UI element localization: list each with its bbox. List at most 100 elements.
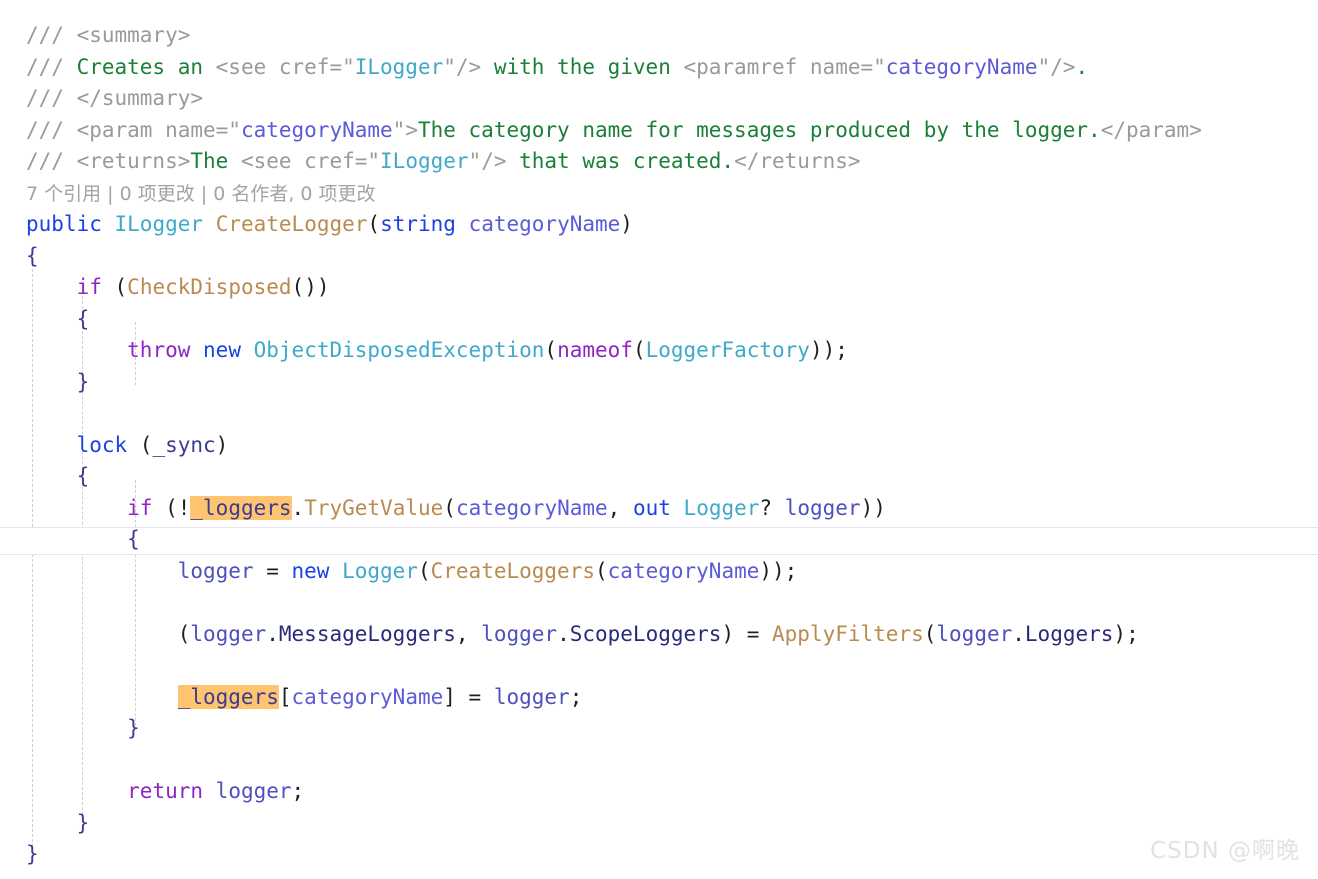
token: "/> bbox=[1037, 54, 1076, 79]
code-line-if-close-brace[interactable]: } bbox=[0, 367, 1318, 399]
code-line-method-open-brace[interactable]: { bbox=[0, 241, 1318, 273]
token: ScopeLoggers bbox=[569, 621, 722, 646]
token: categoryName bbox=[885, 54, 1038, 79]
token: logger bbox=[481, 621, 558, 646]
token: ( bbox=[632, 338, 646, 362]
code-line-if-checkdisposed[interactable]: if (CheckDisposed()) bbox=[0, 272, 1318, 304]
token: } bbox=[76, 810, 90, 835]
token: ? bbox=[759, 495, 785, 520]
token: ILogger bbox=[114, 212, 204, 236]
token: return bbox=[127, 779, 204, 803]
code-line-blank-4[interactable] bbox=[0, 745, 1318, 777]
token: } bbox=[26, 842, 39, 866]
token: /// bbox=[26, 23, 77, 47]
code-line-logger-assign-new[interactable]: logger = new Logger(CreateLoggers(catego… bbox=[0, 556, 1318, 588]
code-line-lock-sync[interactable]: lock (_sync) bbox=[0, 430, 1318, 462]
token: _sync bbox=[152, 432, 216, 457]
token[interactable]: _loggers bbox=[177, 684, 279, 709]
token: logger bbox=[784, 495, 861, 520]
token[interactable]: _loggers bbox=[190, 495, 292, 520]
token: if bbox=[127, 495, 153, 520]
token: ObjectDisposedException bbox=[253, 338, 545, 362]
token: ( bbox=[544, 338, 558, 362]
token: . bbox=[266, 621, 279, 646]
token: categoryName bbox=[455, 495, 608, 520]
token: = bbox=[253, 558, 292, 583]
token: CheckDisposed bbox=[127, 275, 292, 299]
token: Loggers bbox=[1024, 621, 1114, 646]
code-line-inner-if-open-brace[interactable]: { bbox=[0, 524, 1318, 556]
code-line-return-logger[interactable]: return logger; bbox=[0, 776, 1318, 808]
token: ) bbox=[215, 432, 229, 457]
code-line-method-close-brace[interactable]: } bbox=[0, 839, 1318, 871]
token: Logger bbox=[683, 495, 760, 520]
token: , bbox=[607, 495, 633, 520]
token: logger bbox=[177, 558, 254, 583]
token: ] = bbox=[443, 684, 494, 709]
csdn-watermark: CSDN @啊晚 bbox=[1150, 838, 1300, 864]
code-line-loggers-index-assign[interactable]: _loggers[categoryName] = logger; bbox=[0, 682, 1318, 714]
code-line-blank-1[interactable] bbox=[0, 398, 1318, 430]
token: ()) bbox=[291, 275, 330, 299]
token: logger bbox=[493, 684, 570, 709]
code-line-apply-filters[interactable]: (logger.MessageLoggers, logger.ScopeLogg… bbox=[0, 619, 1318, 651]
token: ( bbox=[595, 558, 608, 583]
code-line-method-signature[interactable]: public ILogger CreateLogger(string categ… bbox=[0, 209, 1318, 241]
token: { bbox=[127, 527, 140, 551]
token: ( bbox=[177, 621, 191, 646]
token: ApplyFilters bbox=[772, 621, 924, 646]
token: ILogger bbox=[354, 54, 444, 79]
code-line-blank-3[interactable] bbox=[0, 650, 1318, 682]
token: )); bbox=[759, 558, 798, 583]
token: TryGetValue bbox=[304, 495, 444, 520]
token: , bbox=[455, 621, 482, 646]
token: CreateLoggers bbox=[430, 558, 595, 583]
token: categoryName bbox=[240, 117, 393, 142]
token: </summary> bbox=[76, 86, 204, 110]
code-line-lock-open-brace[interactable]: { bbox=[0, 461, 1318, 493]
code-line-doc-summary-body[interactable]: /// Creates an <see cref="ILogger"/> wit… bbox=[0, 52, 1318, 84]
token: ) bbox=[620, 212, 633, 236]
code-line-doc-summary-close[interactable]: /// </summary> bbox=[0, 83, 1318, 115]
codelens-codelens[interactable]: 7 个引用 | 0 项更改 | 0 名作者, 0 项更改 bbox=[0, 178, 1318, 210]
code-line-blank-2[interactable] bbox=[0, 587, 1318, 619]
token: ( bbox=[367, 212, 381, 236]
token: . bbox=[1012, 621, 1025, 646]
token: <returns> bbox=[76, 149, 191, 173]
token: ); bbox=[1113, 621, 1139, 646]
code-line-throw-objectdisposed[interactable]: throw new ObjectDisposedException(nameof… bbox=[0, 335, 1318, 367]
token: ILogger bbox=[380, 149, 469, 173]
token: "/> bbox=[468, 149, 507, 173]
code-content[interactable]: /// <summary>/// Creates an <see cref="I… bbox=[0, 20, 1318, 871]
token: /// bbox=[26, 54, 77, 79]
code-line-doc-param[interactable]: /// <param name="categoryName">The categ… bbox=[0, 115, 1318, 147]
code-line-inner-if-close-brace[interactable]: } bbox=[0, 713, 1318, 745]
token: <see cref=" bbox=[240, 149, 381, 173]
code-line-if-trygetvalue[interactable]: if (!_loggers.TryGetValue(categoryName, … bbox=[0, 493, 1318, 525]
code-line-doc-returns[interactable]: /// <returns>The <see cref="ILogger"/> t… bbox=[0, 146, 1318, 178]
code-line-if-open-brace[interactable]: { bbox=[0, 304, 1318, 336]
token: )); bbox=[809, 338, 848, 362]
code-editor[interactable]: /// <summary>/// Creates an <see cref="I… bbox=[0, 0, 1318, 879]
token: ( bbox=[443, 495, 456, 520]
token: 7 个引用 | 0 项更改 | 0 名作者, 0 项更改 bbox=[26, 182, 376, 205]
code-line-lock-close-brace[interactable]: } bbox=[0, 808, 1318, 840]
token: new bbox=[291, 558, 330, 583]
token: </returns> bbox=[734, 149, 861, 173]
token: string bbox=[380, 212, 456, 236]
token: The category name for messages produced … bbox=[417, 117, 1101, 142]
code-line-doc-summary-open[interactable]: /// <summary> bbox=[0, 20, 1318, 52]
token: . bbox=[291, 495, 305, 520]
